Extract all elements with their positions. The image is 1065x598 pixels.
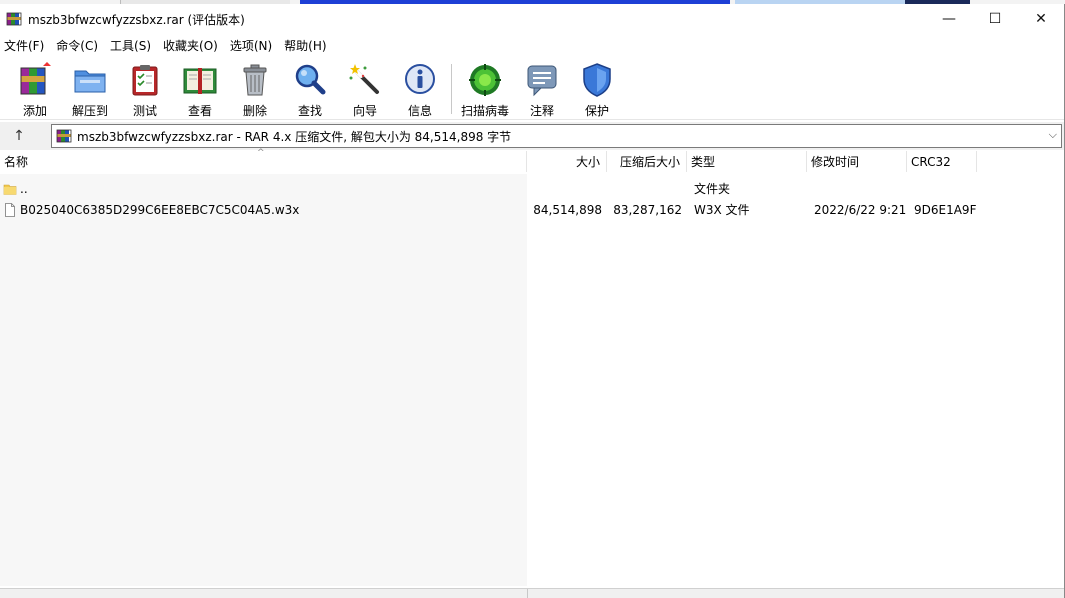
address-bar: ↑ mszb3bfwzcwfyzzsbxz.rar - RAR 4.x 压缩文件… [0,122,1064,150]
file-list-header: ^ 名称 大小 压缩后大小 类型 修改时间 CRC32 [0,148,1064,172]
info-label: 信息 [407,104,432,118]
name-column-background [0,174,527,586]
find-label: 查找 [297,104,322,118]
delete-button[interactable]: 删除 [227,60,283,118]
status-separator [527,589,528,598]
info-button[interactable]: 信息 [392,60,448,118]
column-header-type[interactable]: 类型 [687,151,807,172]
file-modified: 2022/6/22 9:21 [814,202,907,217]
wizard-label: 向导 [352,104,377,118]
file-icon [3,202,17,217]
book-icon [182,62,218,98]
menu-commands[interactable]: 命令(C) [52,37,104,54]
extract-label: 解压到 [71,104,108,118]
magic-wand-icon [347,62,383,98]
file-packed-size: 83,287,162 [613,202,682,217]
file-name: .. [20,181,28,196]
file-crc: 9D6E1A9F [914,202,977,217]
shield-icon [579,62,615,98]
wizard-button[interactable]: 向导 [337,60,393,118]
folder-icon [3,182,17,196]
close-button[interactable]: ✕ [1018,4,1064,34]
menu-file[interactable]: 文件(F) [0,37,50,54]
menu-favorites[interactable]: 收藏夹(O) [159,37,224,54]
file-type: W3X 文件 [694,203,750,217]
table-row[interactable]: B025040C6385D299C6EE8EBC7C5C04A5.w3x 84,… [0,199,1064,220]
protect-label: 保护 [584,104,609,118]
add-label: 添加 [22,104,47,118]
comment-icon [524,62,560,98]
column-header-size[interactable]: 大小 [527,151,607,172]
winrar-app-icon [6,11,22,27]
scan-virus-button[interactable]: 扫描病毒 [457,60,513,118]
find-button[interactable]: 查找 [282,60,338,118]
column-header-modified[interactable]: 修改时间 [807,151,907,172]
add-button[interactable]: 添加 [7,60,63,118]
window-title: mszb3bfwzcwfyzzsbxz.rar (评估版本) [28,12,245,27]
menu-options[interactable]: 选项(N) [226,37,278,54]
menu-bar: 文件(F) 命令(C) 工具(S) 收藏夹(O) 选项(N) 帮助(H) [0,35,335,55]
clipboard-check-icon [127,62,163,98]
archive-path-field[interactable]: mszb3bfwzcwfyzzsbxz.rar - RAR 4.x 压缩文件, … [51,124,1062,148]
toolbar: 添加 解压到 测试 查看 删除 查找 向导 信息 扫描病毒 注释 保护 [0,58,1064,120]
view-label: 查看 [187,104,212,118]
test-label: 测试 [132,104,157,118]
protect-button[interactable]: 保护 [569,60,625,118]
menu-help[interactable]: 帮助(H) [280,37,332,54]
file-modified [814,178,907,199]
info-icon [402,62,438,98]
delete-label: 删除 [242,104,267,118]
column-header-crc[interactable]: CRC32 [907,151,977,172]
test-button[interactable]: 测试 [117,60,173,118]
file-size [527,178,602,199]
file-packed-size [607,178,682,199]
file-name: B025040C6385D299C6EE8EBC7C5C04A5.w3x [20,202,300,217]
file-type: 文件夹 [694,182,731,196]
maximize-button[interactable]: ☐ [972,4,1018,34]
magnifier-icon [292,62,328,98]
toolbar-separator [451,64,452,114]
column-header-packed[interactable]: 压缩后大小 [607,151,687,172]
comment-button[interactable]: 注释 [514,60,570,118]
column-header-name[interactable]: 名称 [0,151,527,172]
title-bar[interactable]: mszb3bfwzcwfyzzsbxz.rar (评估版本) — ☐ ✕ [0,4,1064,34]
menu-tools[interactable]: 工具(S) [106,37,157,54]
virus-scan-icon [467,62,503,98]
file-list: .. 文件夹 B025040C6385D299C6EE8EBC7C5C04A5.… [0,174,1064,586]
status-bar [0,588,1064,598]
view-button[interactable]: 查看 [172,60,228,118]
trash-can-icon [237,62,273,98]
file-size: 84,514,898 [533,202,602,217]
scan-virus-label: 扫描病毒 [460,104,509,118]
file-crc [914,178,977,199]
folder-extract-icon [72,62,108,98]
add-archive-icon [17,62,53,98]
comment-label: 注释 [529,104,554,118]
minimize-button[interactable]: — [926,4,972,34]
table-row[interactable]: .. 文件夹 [0,178,1064,199]
winrar-window: mszb3bfwzcwfyzzsbxz.rar (评估版本) — ☐ ✕ 文件(… [0,4,1065,598]
archive-path-text: mszb3bfwzcwfyzzsbxz.rar - RAR 4.x 压缩文件, … [77,129,512,144]
chevron-down-icon[interactable]: ⌵ [1049,128,1057,142]
extract-button[interactable]: 解压到 [62,60,118,118]
up-folder-button[interactable]: ↑ [8,126,30,146]
rar-archive-icon [56,128,72,144]
